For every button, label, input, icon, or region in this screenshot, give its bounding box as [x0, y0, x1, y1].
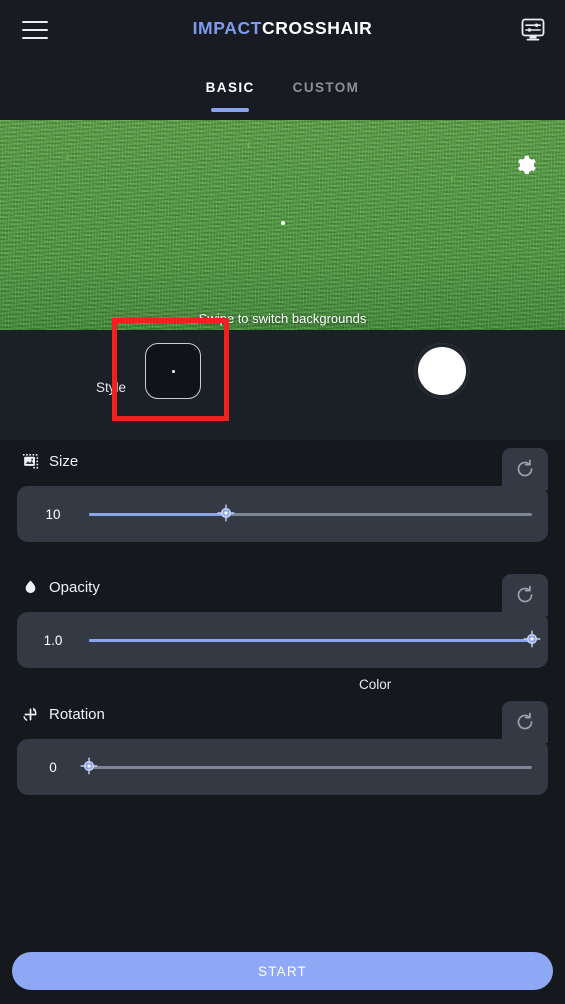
control-group-opacity: Opacity 1.0	[0, 574, 565, 668]
tab-active-indicator	[211, 108, 250, 112]
control-group-opacity-header: Opacity	[0, 574, 565, 600]
monitor-sliders-icon[interactable]	[519, 17, 547, 43]
reset-size-button[interactable]	[502, 448, 548, 490]
control-group-size: Size 10	[0, 448, 565, 542]
control-group-rotation-title: Rotation	[49, 705, 105, 723]
color-swatch-button[interactable]	[415, 344, 469, 398]
footer: START	[0, 952, 565, 1004]
control-group-size-header: Size	[0, 448, 565, 474]
crosshair-thumb-icon	[80, 757, 98, 775]
app-title: IMPACTCROSSHAIR	[0, 18, 565, 39]
rotate-crosshair-icon	[21, 705, 40, 724]
gear-icon[interactable]	[514, 153, 538, 177]
opacity-slider-thumb[interactable]	[521, 628, 543, 650]
style-label: Style	[96, 380, 127, 395]
control-group-rotation-header: Rotation	[0, 701, 565, 727]
reset-opacity-button[interactable]	[502, 574, 548, 616]
app-title-prefix: IMPACT	[192, 18, 262, 38]
refresh-icon	[517, 459, 533, 477]
crosshair-preview-dot	[281, 221, 285, 225]
tab-basic[interactable]: BASIC	[202, 80, 259, 112]
refresh-icon	[517, 712, 533, 730]
size-slider-fill	[89, 513, 227, 516]
opacity-value: 1.0	[43, 632, 63, 648]
reset-rotation-button[interactable]	[502, 701, 548, 743]
tab-basic-label: BASIC	[205, 80, 255, 95]
rotation-slider-card: 0	[17, 739, 548, 795]
opacity-slider-fill	[89, 639, 532, 642]
controls-area: Size 10 Opacity 1.0 Rotation 0	[0, 440, 565, 1004]
control-group-size-title: Size	[49, 452, 79, 470]
tab-custom[interactable]: CUSTOM	[289, 80, 364, 95]
crosshair-thumb-icon	[217, 504, 235, 522]
size-value: 10	[45, 506, 61, 522]
size-slider[interactable]	[89, 499, 532, 529]
size-slider-card: 10	[17, 486, 548, 542]
droplet-glyph	[25, 579, 36, 593]
background-preview[interactable]: Swipe to switch backgrounds	[0, 120, 565, 330]
control-group-rotation: Rotation 0	[0, 701, 565, 795]
swipe-hint-text: Swipe to switch backgrounds	[198, 311, 367, 326]
rotation-slider[interactable]	[80, 752, 532, 782]
crosshair-thumb-icon	[523, 630, 541, 648]
control-group-opacity-title: Opacity	[49, 578, 100, 596]
monitor-sliders-glyph	[521, 18, 545, 41]
size-slider-thumb[interactable]	[215, 502, 237, 524]
mode-tabs: BASIC CUSTOM	[0, 60, 565, 120]
start-button[interactable]: START	[12, 952, 553, 990]
style-swatch-button[interactable]	[145, 343, 201, 399]
rotate-crosshair-glyph	[23, 706, 37, 721]
gear-glyph	[517, 155, 536, 175]
image-resize-icon	[21, 452, 40, 471]
top-bar: IMPACTCROSSHAIR	[0, 0, 565, 60]
app-title-suffix: CROSSHAIR	[261, 18, 373, 38]
rotation-slider-thumb[interactable]	[78, 755, 100, 777]
crosshair-dot-preview-icon	[171, 369, 175, 373]
opacity-slider[interactable]	[89, 625, 541, 655]
droplet-icon	[21, 578, 40, 597]
app-root: IMPACTCROSSHAIR BASIC CUSTOM Swipe to sw…	[0, 0, 565, 1004]
opacity-slider-card: 1.0	[17, 612, 548, 668]
image-resize-glyph	[22, 453, 39, 469]
style-color-row: Style Color	[0, 330, 565, 692]
tab-custom-label: CUSTOM	[292, 80, 360, 95]
rotation-slider-track	[89, 766, 532, 769]
refresh-icon	[517, 585, 533, 603]
